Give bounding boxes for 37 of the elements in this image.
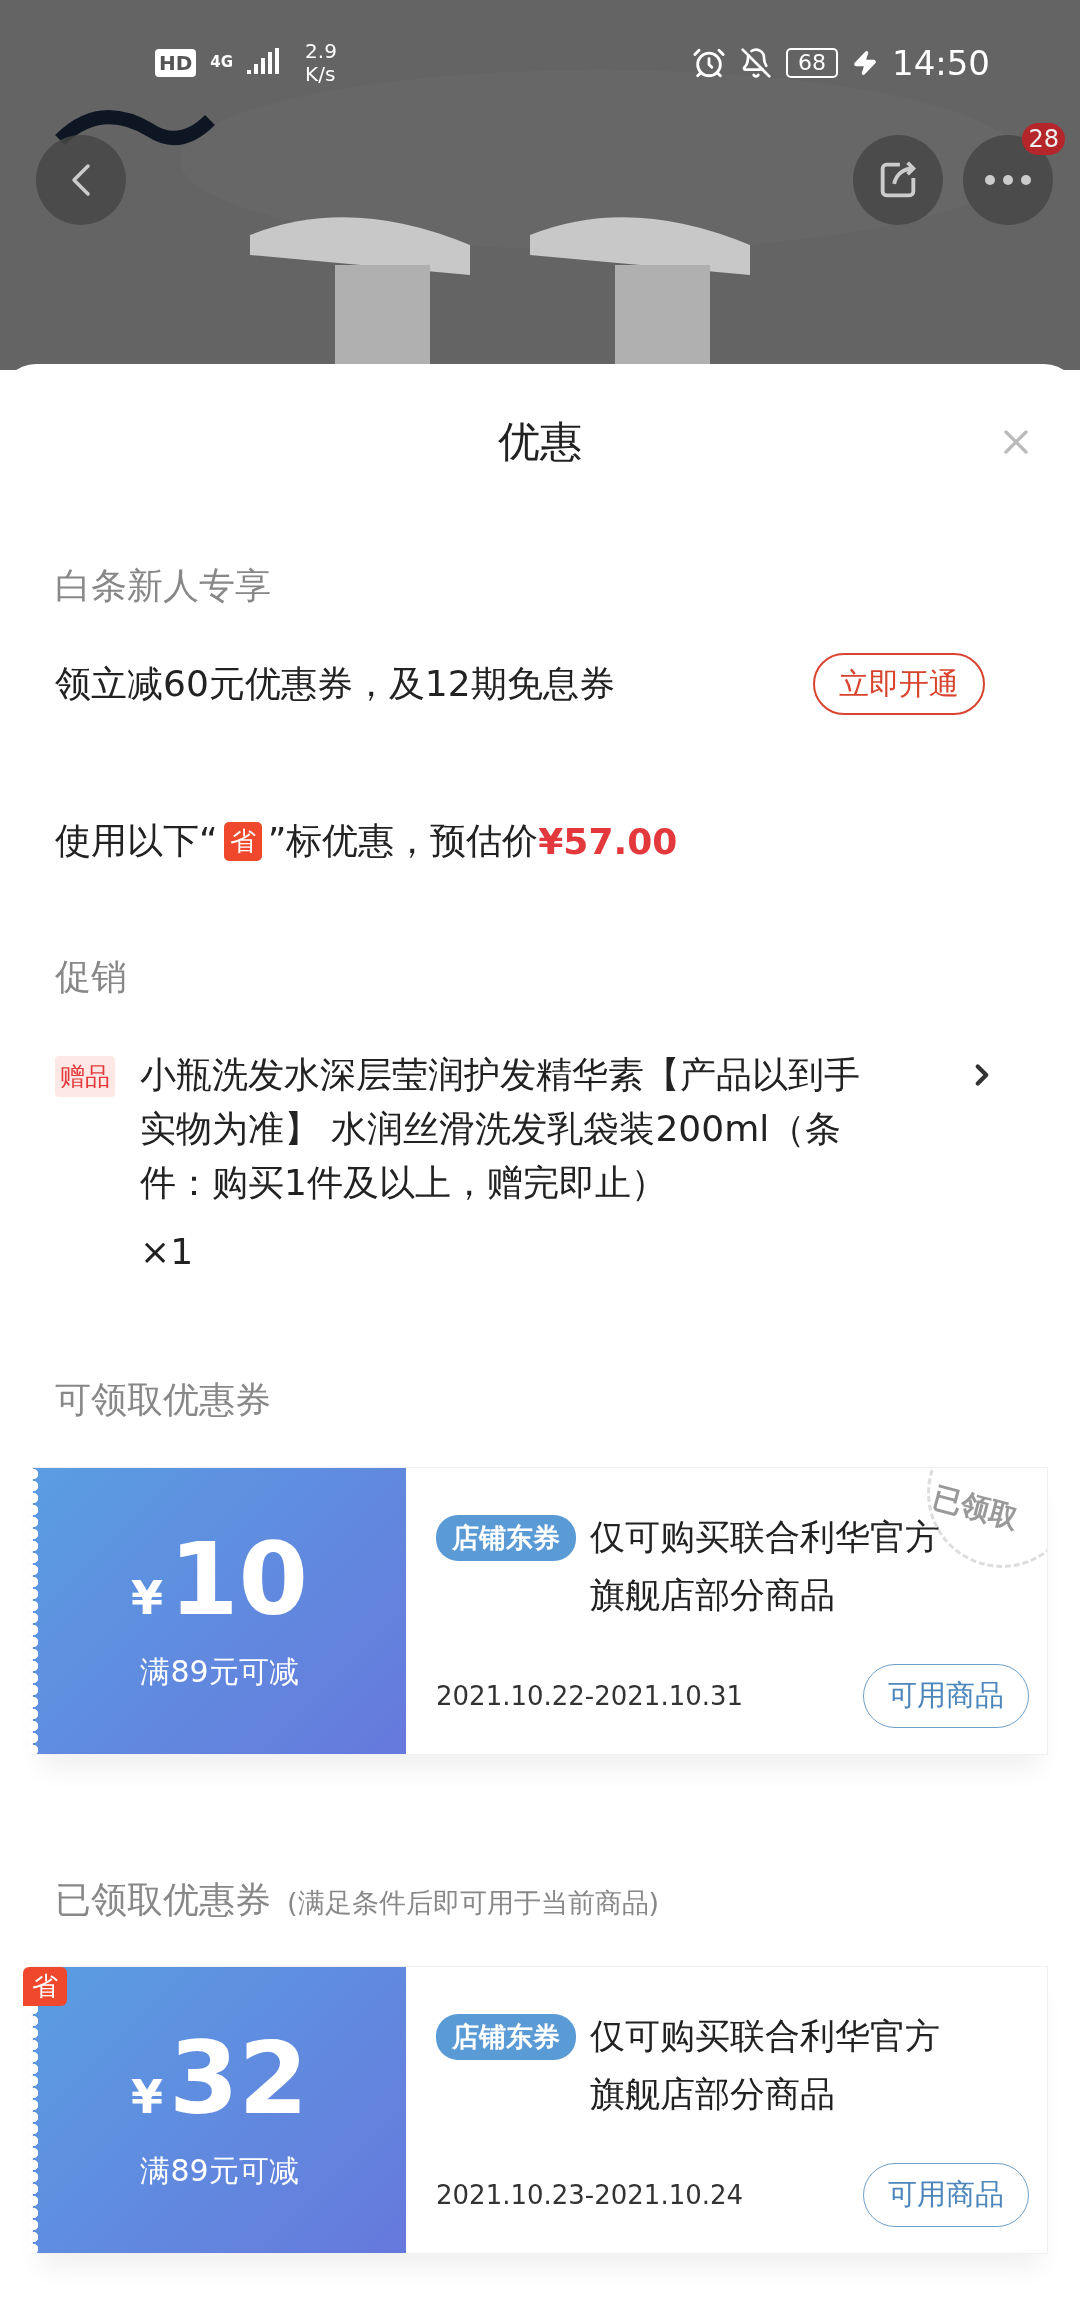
coupon-condition: 满89元可减 [140,2151,299,2190]
save-badge: 省 [223,821,262,861]
clock-time: 14:50 [892,42,990,83]
currency-symbol: ¥ [130,2069,163,2124]
speed-unit: K/s [305,62,337,86]
battery-level: 68 [786,47,838,78]
coupon-condition: 满89元可减 [140,1652,299,1691]
section-heading: 促销 [55,955,127,999]
eligible-items-button[interactable]: 可用商品 [863,1664,1029,1728]
sheet-title: 优惠 [498,416,582,468]
coupon-amount: 10 [168,1529,309,1630]
coupon-type-tag: 店铺东券 [436,2014,576,2060]
section-note: (满足条件后即可用于当前商品) [287,1886,660,1920]
gift-description: 小瓶洗发水深层莹润护发精华素【产品以到手实物为准】 水润丝滑洗发乳袋装200ml（条件：购买1件及以上，赠完即止） [140,1053,861,1205]
section-heading: 已领取优惠券 [55,1878,271,1922]
network-speed: 2.9 [305,39,337,63]
eligible-items-button[interactable]: 可用商品 [863,2163,1029,2227]
save-badge: 省 [23,1967,67,2006]
coupon-validity: 2021.10.22-2021.10.31 [436,1681,744,1711]
estimate-text: ”标优惠，预估价 [267,818,539,863]
hd-indicator: HD [155,48,197,77]
offer-text: 领立减60元优惠券，及12期免息券 [55,661,615,706]
activate-button[interactable]: 立即开通 [813,653,985,715]
section-heading: 白条新人专享 [55,564,271,608]
section-heading: 可领取优惠券 [55,1378,271,1422]
network-type: 4G [210,55,234,70]
gift-tag: 赠品 [55,1056,115,1097]
coupon-amount: 32 [168,2028,309,2129]
gift-quantity: ×1 [140,1230,195,1274]
currency-symbol: ¥ [130,1570,163,1625]
estimate-text: 使用以下“ [55,818,218,863]
bell-off-icon [740,46,772,79]
estimated-price: ¥57.00 [538,820,678,862]
coupon-description: 仅可购买联合利华官方旗舰店部分商品 [590,2015,941,2116]
more-icon [984,174,1032,186]
coupon-type-tag: 店铺东券 [436,1515,576,1561]
coupon-validity: 2021.10.23-2021.10.24 [436,2180,744,2210]
